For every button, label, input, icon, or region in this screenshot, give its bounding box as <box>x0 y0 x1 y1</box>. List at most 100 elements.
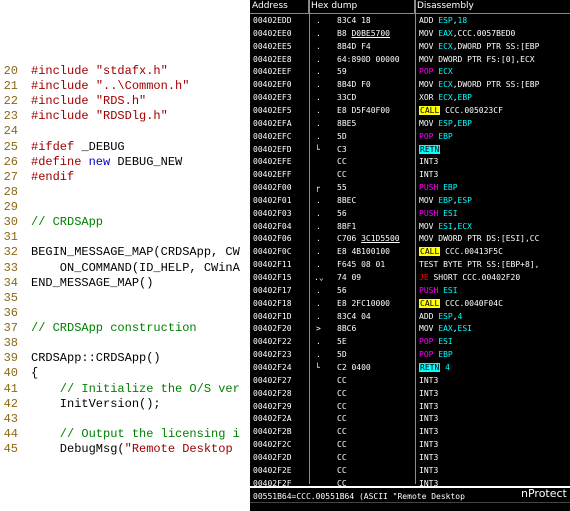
disassembly-row[interactable]: 00402EE0. B8 D0BE5700 MOV EAX,CCC.0057BED0 <box>250 28 570 41</box>
disassembly-row[interactable]: 00402F11. F645 08 01 TEST BYTE PTR SS:[EBP… <box>250 259 570 272</box>
flow-glyph: . <box>316 285 321 295</box>
disassembly-row[interactable]: 00402EEF. 59 POP ECX <box>250 66 570 79</box>
hex-cell: C706 3C1D5500 <box>337 233 400 246</box>
disassembly-row[interactable]: 00402EFE CC INT3 <box>250 156 570 169</box>
asm-token: CALL <box>419 298 441 308</box>
asm-token: ESP <box>438 16 453 25</box>
disassembly-row[interactable]: 00402F0C. E8 4B100100 CALL CCC.00413F5C <box>250 246 570 259</box>
asm-token: XOR <box>419 93 439 103</box>
source-code-text: #include "stdafx.h" <box>31 64 168 79</box>
disassembly-row[interactable]: 00402EF3. 33CD XOR ECX,EBP <box>250 92 570 105</box>
asm-token: MOV <box>419 221 439 231</box>
disassembly-cell: ADD ESP,4 <box>419 311 462 324</box>
disassembly-row[interactable]: 00402F17. 56 PUSH ESI <box>250 285 570 298</box>
disassembly-row[interactable]: 00402EF0. 8B4D F0 MOV ECX,DWORD PTR SS:[EB… <box>250 79 570 92</box>
hex-token: 8BEC <box>337 195 357 205</box>
disassembly-row[interactable]: 00402F01. 8BEC MOV EBP,ESP <box>250 195 570 208</box>
line-number: 42 <box>3 396 18 411</box>
flow-glyph: . <box>316 67 321 77</box>
disassembly-row[interactable]: 00402F2E CC INT3 <box>250 465 570 478</box>
disassembly-row[interactable]: 00402EFA. 8BE5 MOV ESP,EBP <box>250 118 570 131</box>
source-code-text: #define new DEBUG_NEW <box>31 155 182 170</box>
disassembly-row[interactable]: 00402F00 ┌ 55 PUSH EBP <box>250 182 570 195</box>
disassembly-row[interactable]: 00402F04. 8BF1 MOV ESI,ECX <box>250 221 570 234</box>
source-code-pane[interactable]: 20 #include "stdafx.h" 21 #include "..\Comm… <box>0 0 250 511</box>
line-number: 32 <box>3 245 18 260</box>
disassembly-row[interactable]: 00402F03. 56 PUSH ESI <box>250 208 570 221</box>
hex-token: CC <box>337 375 347 385</box>
code-token: #endif <box>31 169 75 184</box>
hex-cell: 5E <box>337 336 347 349</box>
flow-glyph: └ <box>315 362 320 372</box>
hex-token: 5D <box>337 131 347 141</box>
hex-cell: 8B4D F4 <box>337 41 371 54</box>
asm-token: MOV DWORD PTR DS:[ESI],CC <box>419 234 540 244</box>
hex-token: E8 4B100100 <box>337 247 390 257</box>
asm-token: CCC.005023CF <box>440 105 503 115</box>
disassembly-row[interactable]: 00402EFF CC INT3 <box>250 169 570 182</box>
disassembly-cell: MOV EBP,ESP <box>419 195 472 208</box>
hex-cell: CC <box>337 465 347 478</box>
flow-glyph: . <box>316 247 321 257</box>
disassembly-column-header[interactable]: Disassembly <box>415 0 570 13</box>
hex-token: C2 0400 <box>337 362 371 372</box>
address-cell: 00402EF5 <box>253 105 292 115</box>
disassembly-row[interactable]: 00402EE5. 8B4D F4 MOV ECX,DWORD PTR SS:[EB… <box>250 41 570 54</box>
address-cell: 00402EF0 <box>253 80 292 90</box>
flow-glyph: . <box>316 337 321 347</box>
hex-cell: CC <box>337 156 347 169</box>
hex-token: CC <box>337 401 347 411</box>
asm-token: POP <box>419 67 439 77</box>
disassembly-row[interactable]: 00402EDD. 83C4 18 ADD ESP,18 <box>250 15 570 28</box>
disassembly-row[interactable]: 00402F1D. 83C4 04 ADD ESP,4 <box>250 311 570 324</box>
line-number: 39 <box>3 351 18 366</box>
flow-glyph: . <box>316 41 321 51</box>
disassembly-row[interactable]: 00402F27 CC INT3 <box>250 375 570 388</box>
disassembly-pane[interactable]: Address Hex dump Disassembly 00402EDD. 83… <box>250 0 570 511</box>
flow-glyph: . <box>316 234 321 244</box>
disassembly-row[interactable]: 00402F2C CC INT3 <box>250 439 570 452</box>
line-number: 30 <box>3 215 18 230</box>
disassembly-row[interactable]: 00402F28 CC INT3 <box>250 388 570 401</box>
hex-token: CC <box>337 414 347 424</box>
asm-token: EBP <box>438 131 453 141</box>
address-cell: 00402F2C <box>253 440 292 450</box>
disassembly-row[interactable]: 00402F29 CC INT3 <box>250 401 570 414</box>
hex-cell: E8 2FC10000 <box>337 298 390 311</box>
asm-token: INT3 <box>419 388 439 398</box>
disassembly-row[interactable]: 00402F24 └ C2 0400 RETN 4 <box>250 362 570 375</box>
hex-token: 83C4 04 <box>337 311 371 321</box>
disassembly-row[interactable]: 00402F20 >8BC6 MOV EAX,ESI <box>250 323 570 336</box>
disassembly-row[interactable]: 00402F22. 5E POP ESI <box>250 336 570 349</box>
disassembly-row[interactable]: 00402F2B CC INT3 <box>250 426 570 439</box>
address-cell: 00402F27 <box>253 375 292 385</box>
disassembly-row[interactable]: 00402EFD └ C3 RETN <box>250 144 570 157</box>
flow-glyph: . <box>316 221 321 231</box>
hex-dump-column-header[interactable]: Hex dump <box>309 0 415 13</box>
disassembly-row[interactable]: 00402F18. E8 2FC10000 CALL CCC.0040F04C <box>250 298 570 311</box>
disassembly-row[interactable]: 00402EFC. 5D POP EBP <box>250 131 570 144</box>
disassembly-row[interactable]: 00402F15 .⌄ 74 09 JE SHORT CCC.00402F20 <box>250 272 570 285</box>
disassembly-cell: CALL CCC.00413F5C <box>419 246 503 259</box>
hex-cell: 8BE5 <box>337 118 356 131</box>
disassembly-row[interactable]: 00402EF5. E8 D5F40F00 CALL CCC.005023CF <box>250 105 570 118</box>
asm-token: ,CCC.0057BED0 <box>452 28 516 38</box>
address-cell: 00402F1D <box>253 311 292 321</box>
flow-glyph: . <box>316 195 321 205</box>
hex-cell: 64:890D 00000 <box>337 54 400 67</box>
code-token: #define <box>31 154 89 169</box>
hex-token: 8BC6 <box>337 324 357 334</box>
disassembly-row[interactable]: 00402F2A CC INT3 <box>250 413 570 426</box>
disassembly-row[interactable]: 00402F2D CC INT3 <box>250 452 570 465</box>
address-cell: 00402F18 <box>253 298 292 308</box>
disassembly-cell: PUSH ESI <box>419 285 458 298</box>
hex-cell: CC <box>337 413 347 426</box>
asm-token: EAX <box>438 28 453 38</box>
disassembly-row[interactable]: 00402EE8. 64:890D 00000 MOV DWORD PTR FS:[… <box>250 54 570 67</box>
asm-token: EBP <box>457 118 472 128</box>
info-status-bar: 00551B64=CCC.00551B64 (ASCII "Remote Des… <box>250 486 570 511</box>
asm-token: EBP <box>438 350 453 360</box>
disassembly-row[interactable]: 00402F23. 5D POP EBP <box>250 349 570 362</box>
disassembly-row[interactable]: 00402F06. C706 3C1D5500 MOV DWORD PTR DS:[… <box>250 233 570 246</box>
address-column-header[interactable]: Address <box>250 0 309 13</box>
